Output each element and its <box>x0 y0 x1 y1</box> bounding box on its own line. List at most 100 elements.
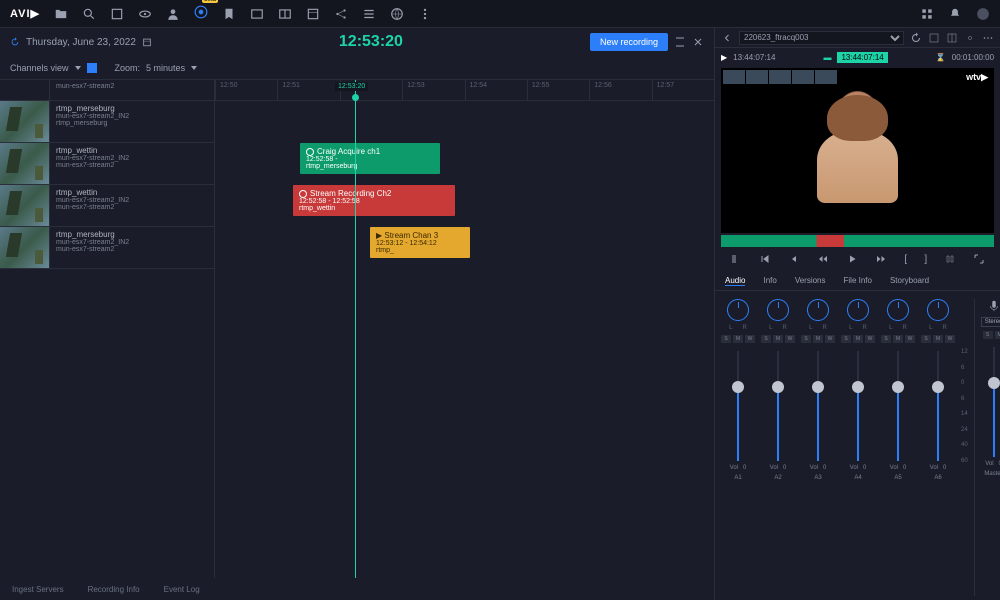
refresh-icon[interactable] <box>910 32 922 44</box>
tab-audio[interactable]: Audio <box>725 276 745 286</box>
list-icon[interactable] <box>362 7 376 21</box>
clip-icon[interactable] <box>110 7 124 21</box>
goto-start-icon[interactable] <box>759 253 771 265</box>
bracket-out-icon[interactable]: ] <box>924 254 927 265</box>
fader[interactable] <box>857 351 859 461</box>
w-button[interactable]: W <box>745 335 755 343</box>
recording-clip[interactable]: ▶ Stream Chan 3 12:53:12 - 12:54:12 rtmp… <box>370 227 470 258</box>
mute-button[interactable]: M <box>893 335 903 343</box>
trim-icon[interactable] <box>944 253 956 265</box>
fader[interactable] <box>897 351 899 461</box>
channel-name: rtmp_wettin <box>56 146 208 155</box>
record-tool-icon[interactable] <box>194 5 208 22</box>
globe-icon[interactable] <box>390 7 404 21</box>
scrub-bar[interactable] <box>721 235 994 247</box>
play-icon[interactable] <box>846 253 858 265</box>
w-button[interactable]: W <box>785 335 795 343</box>
calendar-icon[interactable] <box>142 37 152 47</box>
solo-button[interactable]: S <box>761 335 771 343</box>
search-icon[interactable] <box>82 7 96 21</box>
w-button[interactable]: W <box>945 335 955 343</box>
more-icon[interactable] <box>418 7 432 21</box>
w-button[interactable]: W <box>905 335 915 343</box>
chevron-down-icon[interactable] <box>191 66 197 70</box>
user-icon[interactable] <box>166 7 180 21</box>
tab-ingest-servers[interactable]: Ingest Servers <box>12 585 64 594</box>
fader[interactable] <box>737 351 739 461</box>
forward-icon[interactable] <box>875 253 887 265</box>
step-back-icon[interactable] <box>788 253 800 265</box>
chevron-down-icon[interactable] <box>75 66 81 70</box>
mute-button[interactable]: M <box>853 335 863 343</box>
settings-icon[interactable] <box>964 32 976 44</box>
apps-icon[interactable] <box>920 7 934 21</box>
tab-versions[interactable]: Versions <box>795 276 826 285</box>
pan-knob[interactable] <box>847 299 869 321</box>
channel-row[interactable]: rtmp_wettinmun-esx7-stream2_IN2mun-esx7-… <box>0 143 214 185</box>
view-toggle[interactable] <box>87 63 97 73</box>
pan-knob[interactable] <box>807 299 829 321</box>
asset-selector[interactable]: 220623_ftracq003 <box>739 31 904 45</box>
video-viewer[interactable]: wtv▶ <box>721 68 994 233</box>
fader[interactable] <box>777 351 779 461</box>
recording-clip[interactable]: Craig Acquire ch1 12:52:58 - rtmp_merseb… <box>300 143 440 174</box>
timeline-grid[interactable]: 12:50 12:51 12:52 12:53 12:54 12:55 12:5… <box>215 80 714 578</box>
stereo-toggle[interactable]: Stereo <box>981 317 1000 327</box>
status-dot-icon <box>306 148 314 156</box>
pan-knob[interactable] <box>887 299 909 321</box>
collapse-icon[interactable] <box>674 36 686 48</box>
solo-button[interactable]: S <box>921 335 931 343</box>
channel-row[interactable]: rtmp_wettinmun-esx7-stream2_IN2mun-esx7-… <box>0 185 214 227</box>
bell-icon[interactable] <box>948 7 962 21</box>
back-icon[interactable] <box>721 32 733 44</box>
fader[interactable] <box>937 351 939 461</box>
strip-label: A4 <box>854 475 861 481</box>
solo-button[interactable]: S <box>841 335 851 343</box>
playhead[interactable]: 12:53:20 <box>355 80 356 578</box>
folder-icon[interactable] <box>54 7 68 21</box>
mic-icon[interactable] <box>987 299 1000 313</box>
w-button[interactable]: W <box>825 335 835 343</box>
channel-row[interactable]: rtmp_merseburgmun-esx7-stream2_IN2rtmp_m… <box>0 101 214 143</box>
pan-knob[interactable] <box>727 299 749 321</box>
more-icon[interactable] <box>982 32 994 44</box>
mute-button[interactable]: M <box>995 331 1000 339</box>
zoom-value[interactable]: 5 minutes <box>146 63 185 73</box>
mute-button[interactable]: M <box>813 335 823 343</box>
avatar-icon[interactable] <box>976 7 990 21</box>
bookmark-icon[interactable] <box>222 7 236 21</box>
solo-button[interactable]: S <box>881 335 891 343</box>
eye-icon[interactable] <box>138 7 152 21</box>
solo-button[interactable]: S <box>801 335 811 343</box>
panel2-icon[interactable] <box>278 7 292 21</box>
fader[interactable] <box>817 351 819 461</box>
master-fader[interactable] <box>993 347 995 457</box>
bracket-in-icon[interactable]: [ <box>904 254 907 265</box>
mark-in-icon[interactable] <box>730 253 742 265</box>
tab-storyboard[interactable]: Storyboard <box>890 276 929 285</box>
tab-recording-info[interactable]: Recording Info <box>88 585 140 594</box>
share-icon[interactable] <box>334 7 348 21</box>
expand-icon[interactable] <box>973 253 985 265</box>
tab-event-log[interactable]: Event Log <box>164 585 200 594</box>
layout1-icon[interactable] <box>928 32 940 44</box>
mute-button[interactable]: M <box>773 335 783 343</box>
panel1-icon[interactable] <box>250 7 264 21</box>
w-button[interactable]: W <box>865 335 875 343</box>
pan-knob[interactable] <box>767 299 789 321</box>
film-icon[interactable] <box>306 7 320 21</box>
tab-file-info[interactable]: File Info <box>844 276 872 285</box>
solo-button[interactable]: S <box>983 331 993 339</box>
recording-clip[interactable]: Stream Recording Ch2 12:52:58 - 12:52:58… <box>293 185 455 216</box>
pan-knob[interactable] <box>927 299 949 321</box>
new-recording-button[interactable]: New recording <box>590 33 668 51</box>
rewind-icon[interactable] <box>817 253 829 265</box>
mute-button[interactable]: M <box>733 335 743 343</box>
close-panel-icon[interactable] <box>692 36 704 48</box>
tab-info[interactable]: Info <box>763 276 776 285</box>
solo-button[interactable]: S <box>721 335 731 343</box>
channel-row[interactable]: rtmp_merseburgmun-esx7-stream2_IN2mun-es… <box>0 227 214 269</box>
refresh-icon[interactable] <box>10 37 20 47</box>
layout2-icon[interactable] <box>946 32 958 44</box>
mute-button[interactable]: M <box>933 335 943 343</box>
